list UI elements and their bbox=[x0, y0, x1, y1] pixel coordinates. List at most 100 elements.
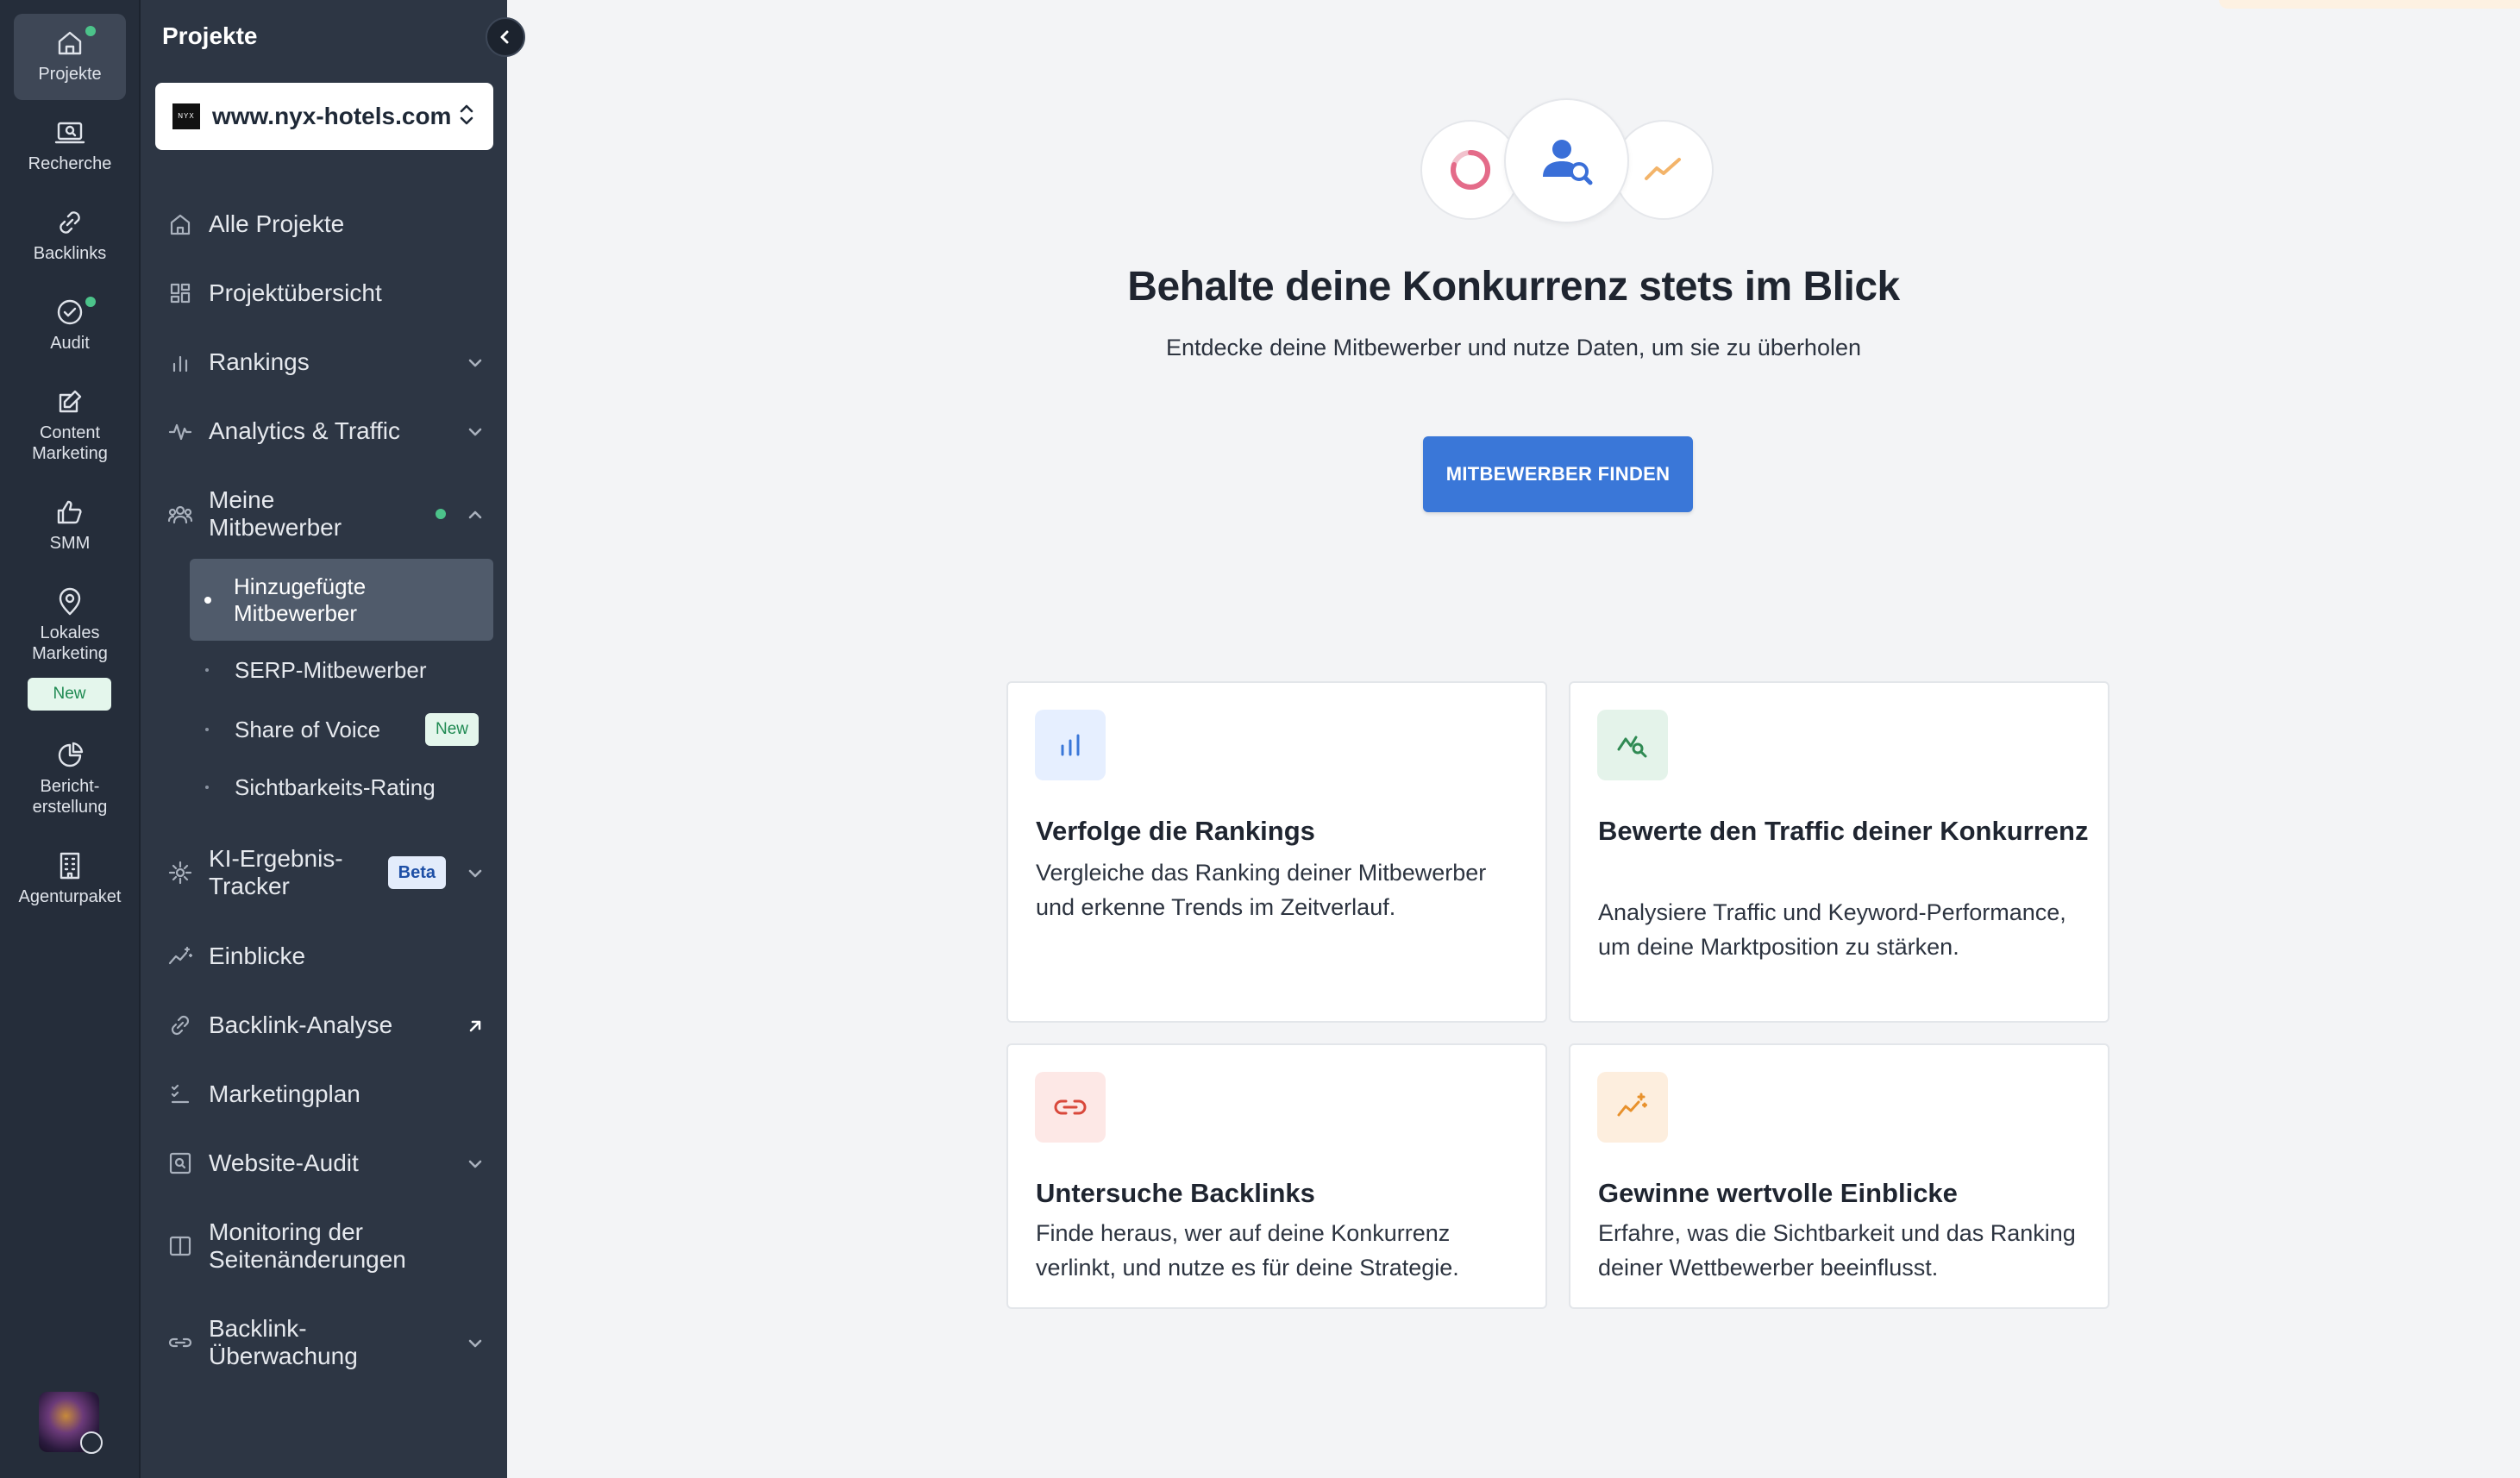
bullet bbox=[205, 786, 209, 789]
page-title: Behalte deine Konkurrenz stets im Blick bbox=[1127, 264, 1900, 310]
bullet bbox=[204, 596, 211, 604]
find-competitors-button[interactable]: MITBEWERBER FINDEN bbox=[1423, 436, 1693, 512]
nav-item-projektuebersicht[interactable]: Projektübersicht bbox=[166, 279, 486, 307]
card-text: Erfahre, was die Sichtbarkeit und das Ra… bbox=[1598, 1220, 2076, 1281]
card-title: Bewerte den Traffic deiner Konkurrenz bbox=[1598, 816, 2089, 846]
research-icon bbox=[54, 122, 85, 144]
chevron-down-icon bbox=[465, 421, 486, 442]
nav-label: Meine Mitbewerber bbox=[209, 486, 342, 541]
rail-item-berichterstellung[interactable]: Bericht-erstellung bbox=[14, 738, 126, 817]
bullet bbox=[205, 728, 209, 731]
ai-icon bbox=[166, 859, 194, 886]
bar-chart-icon bbox=[1035, 710, 1106, 780]
nav-label: Einblicke bbox=[209, 943, 306, 969]
rail-label: Projekte bbox=[38, 65, 102, 84]
card-title: Verfolge die Rankings bbox=[1036, 816, 1315, 846]
feature-card-rankings: Verfolge die Rankings Vergleiche das Ran… bbox=[1006, 681, 1547, 1023]
rail-item-recherche[interactable]: Recherche bbox=[14, 116, 126, 174]
building-icon bbox=[60, 852, 80, 880]
gear-icon[interactable] bbox=[80, 1431, 103, 1454]
chevron-down-icon bbox=[465, 1153, 486, 1174]
subnav-item-hinzugefuegte-mitbewerber[interactable]: Hinzugefügte Mitbewerber bbox=[190, 559, 493, 641]
chevron-down-icon bbox=[465, 352, 486, 373]
panel-title: Projekte bbox=[162, 22, 258, 49]
rail-item-agenturpaket[interactable]: Agenturpaket bbox=[14, 849, 126, 907]
page-subtitle: Entdecke deine Mitbewerber und nutze Dat… bbox=[1166, 335, 1861, 360]
nav-item-backlink-analyse[interactable]: Backlink-Analyse bbox=[166, 1011, 486, 1039]
project-panel: Projekte NYX www.nyx-hotels.com Alle Pro… bbox=[141, 0, 507, 1478]
rail-item-content-marketing[interactable]: Content Marketing bbox=[14, 385, 126, 464]
card-text: Finde heraus, wer auf deine Konkurrenz v… bbox=[1036, 1220, 1459, 1281]
link-watch-icon bbox=[166, 1329, 194, 1356]
pie-chart-icon bbox=[58, 742, 84, 767]
rail-item-projekte[interactable]: Projekte bbox=[14, 14, 126, 100]
nav-label: Marketingplan bbox=[209, 1080, 360, 1107]
nav-item-backlink-ueberwachung[interactable]: Backlink-Überwachung bbox=[166, 1315, 486, 1370]
search-square-icon bbox=[166, 1149, 194, 1177]
rail-item-audit[interactable]: Audit bbox=[14, 295, 126, 354]
rail-label: Content Marketing bbox=[32, 423, 108, 463]
rail-label: Backlinks bbox=[33, 244, 107, 263]
chevron-down-icon bbox=[465, 1332, 486, 1353]
home-icon bbox=[166, 210, 194, 238]
dashboard-icon bbox=[166, 279, 194, 307]
nav-item-analytics-traffic[interactable]: Analytics & Traffic bbox=[166, 417, 486, 445]
users-icon bbox=[166, 500, 194, 528]
nav-label: Projektübersicht bbox=[209, 279, 382, 306]
bar-chart-icon bbox=[166, 348, 194, 376]
bullet bbox=[205, 668, 209, 672]
nav-label: Analytics & Traffic bbox=[209, 417, 401, 444]
sparkle-trend-icon bbox=[1597, 1072, 1668, 1143]
project-logo: NYX bbox=[172, 103, 200, 129]
rail-label: Lokales Marketing bbox=[32, 623, 108, 663]
icon-rail: Projekte Recherche Backlinks Audit Conte… bbox=[0, 0, 141, 1478]
nav-label: KI-Ergebnis-Tracker bbox=[209, 845, 343, 899]
checklist-icon bbox=[166, 1080, 194, 1108]
trend-search-icon bbox=[1597, 710, 1668, 780]
chevron-updown-icon bbox=[457, 103, 476, 131]
card-title: Gewinne wertvolle Einblicke bbox=[1598, 1178, 1958, 1208]
nav-item-ki-ergebnis-tracker[interactable]: KI-Ergebnis-Tracker Beta bbox=[166, 845, 486, 900]
rail-label: Bericht-erstellung bbox=[32, 777, 108, 817]
nav-item-einblicke[interactable]: Einblicke bbox=[166, 943, 486, 970]
nav-item-website-audit[interactable]: Website-Audit bbox=[166, 1149, 486, 1177]
subnav-label: SERP-Mitbewerber bbox=[235, 656, 427, 683]
subnav-label: Hinzugefügte Mitbewerber bbox=[234, 573, 367, 626]
new-badge: New bbox=[28, 678, 111, 711]
chevron-left-icon bbox=[500, 30, 509, 44]
project-selector[interactable]: NYX www.nyx-hotels.com bbox=[155, 83, 493, 150]
card-text: Vergleiche das Ranking deiner Mitbewerbe… bbox=[1036, 860, 1487, 920]
collapse-sidebar-button[interactable] bbox=[486, 17, 525, 57]
subnav-item-sichtbarkeits-rating[interactable]: Sichtbarkeits-Rating bbox=[190, 773, 493, 802]
rail-item-smm[interactable]: SMM bbox=[14, 495, 126, 554]
check-circle-icon bbox=[57, 299, 83, 325]
nav-label: Website-Audit bbox=[209, 1149, 359, 1176]
nav-item-monitoring-seitenaenderungen[interactable]: Monitoring der Seitenänderungen bbox=[166, 1218, 486, 1274]
location-pin-icon bbox=[59, 587, 81, 616]
sparkle-trend-icon bbox=[166, 943, 194, 970]
link-icon bbox=[1035, 1072, 1106, 1143]
columns-icon bbox=[166, 1232, 194, 1260]
rail-item-lokales-marketing[interactable]: Lokales Marketing bbox=[14, 585, 126, 664]
rail-item-backlinks[interactable]: Backlinks bbox=[14, 205, 126, 264]
notification-strip bbox=[2219, 0, 2520, 9]
nav-label: Rankings bbox=[209, 348, 310, 375]
status-dot bbox=[85, 297, 96, 307]
subnav-item-serp-mitbewerber[interactable]: SERP-Mitbewerber bbox=[190, 655, 493, 685]
beta-badge: Beta bbox=[387, 856, 446, 889]
nav-item-meine-mitbewerber[interactable]: Meine Mitbewerber bbox=[166, 486, 486, 542]
user-search-icon bbox=[1504, 98, 1629, 223]
nav-label: Backlink-Analyse bbox=[209, 1011, 393, 1038]
card-text: Analysiere Traffic und Keyword-Performan… bbox=[1598, 899, 2066, 960]
nav-item-alle-projekte[interactable]: Alle Projekte bbox=[166, 210, 486, 238]
rail-label: Audit bbox=[50, 334, 90, 353]
new-badge: New bbox=[424, 713, 479, 746]
card-title: Untersuche Backlinks bbox=[1036, 1178, 1315, 1208]
feature-card-insights: Gewinne wertvolle Einblicke Erfahre, was… bbox=[1569, 1043, 2109, 1309]
subnav-item-share-of-voice[interactable]: Share of Voice New bbox=[190, 712, 493, 747]
edit-icon bbox=[59, 390, 82, 413]
nav-item-rankings[interactable]: Rankings bbox=[166, 348, 486, 376]
status-dot bbox=[436, 509, 446, 519]
link-icon bbox=[60, 211, 80, 234]
nav-item-marketingplan[interactable]: Marketingplan bbox=[166, 1080, 486, 1108]
